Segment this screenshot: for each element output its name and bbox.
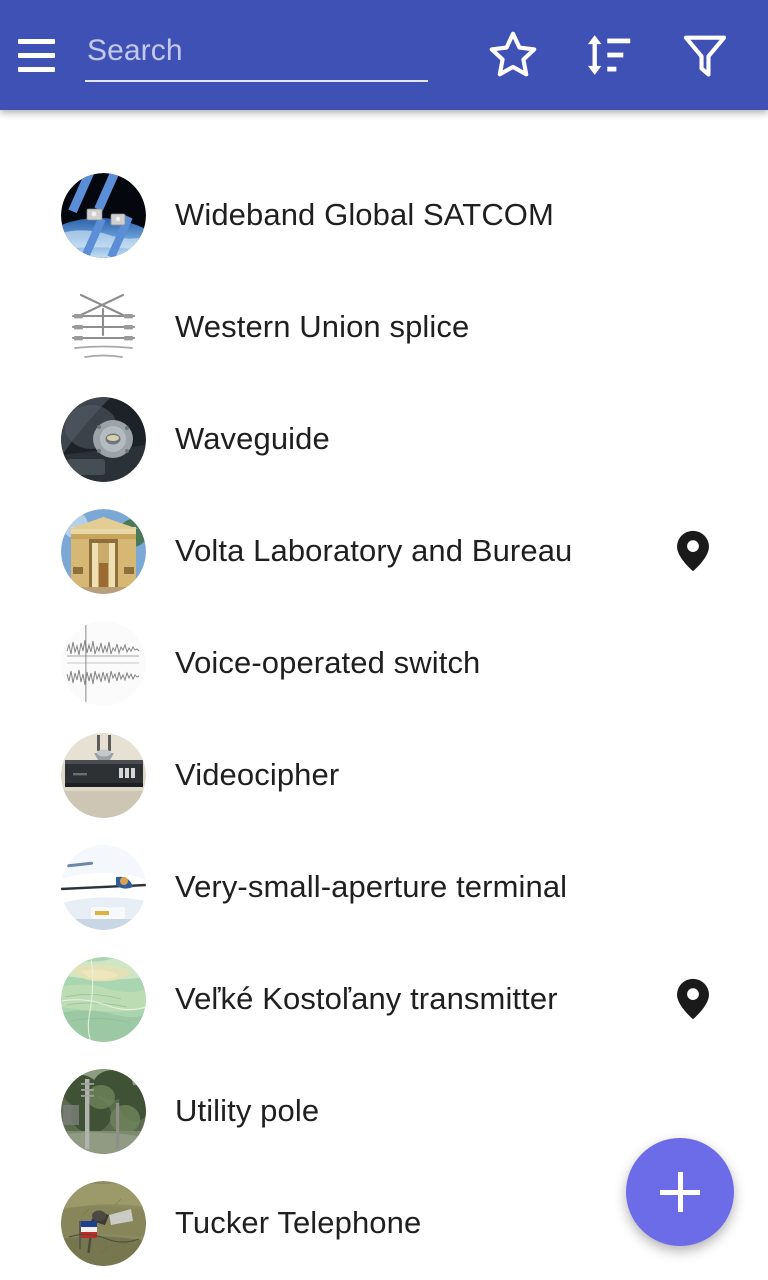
list-item-label: Wideband Global SATCOM xyxy=(175,197,554,232)
add-button[interactable] xyxy=(626,1138,734,1246)
location-pin-icon[interactable] xyxy=(676,978,710,1020)
search-field[interactable] xyxy=(85,19,428,91)
list-item-label: Veľké Kostoľany transmitter xyxy=(175,981,558,1016)
thumbnail-utility-pole-trees xyxy=(61,1068,146,1154)
location-pin-icon[interactable] xyxy=(676,530,710,572)
toolbar-actions xyxy=(480,0,768,110)
star-outline-icon xyxy=(489,31,537,77)
thumbnail-field-equipment-flag xyxy=(61,1180,146,1266)
search-underline xyxy=(85,80,428,82)
list-item-label: Tucker Telephone xyxy=(175,1205,422,1240)
top-app-bar xyxy=(0,0,768,110)
hamburger-menu-icon[interactable] xyxy=(18,34,74,76)
thumbnail-audio-waveform xyxy=(61,620,146,706)
thumbnail-wire-splice-diagram xyxy=(61,284,146,370)
list-item[interactable]: Western Union splice xyxy=(0,271,768,383)
menu-bar-1 xyxy=(18,38,55,44)
list-item[interactable]: Waveguide xyxy=(0,383,768,495)
list-item[interactable]: Very-small-aperture terminal xyxy=(0,831,768,943)
thumbnail-green-topographic-map xyxy=(61,956,146,1042)
thumbnail-white-aircraft-dish xyxy=(61,844,146,930)
list-item-label: Volta Laboratory and Bureau xyxy=(175,533,573,568)
list-item-label: Videocipher xyxy=(175,757,340,792)
list-item[interactable]: Voice-operated switch xyxy=(0,607,768,719)
list-item-label: Utility pole xyxy=(175,1093,320,1128)
sort-button[interactable] xyxy=(576,22,642,88)
favorites-button[interactable] xyxy=(480,22,546,88)
list-item[interactable]: Veľké Kostoľany transmitter xyxy=(0,943,768,1055)
filter-button[interactable] xyxy=(672,22,738,88)
menu-bar-3 xyxy=(18,66,55,72)
list-item-label: Western Union splice xyxy=(175,309,470,344)
thumbnail-satellite-over-earth xyxy=(61,172,146,258)
list-item[interactable]: Wideband Global SATCOM xyxy=(0,159,768,271)
thumbnail-waveguide-flange-photo xyxy=(61,396,146,482)
sort-icon xyxy=(587,35,631,75)
filter-funnel-icon xyxy=(683,35,727,77)
list-item-label: Voice-operated switch xyxy=(175,645,481,680)
list-item[interactable]: Videocipher xyxy=(0,719,768,831)
thumbnail-set-top-box xyxy=(61,732,146,818)
list-item-label: Very-small-aperture terminal xyxy=(175,869,568,904)
search-input[interactable] xyxy=(85,28,428,74)
list-item[interactable]: Volta Laboratory and Bureau xyxy=(0,495,768,607)
plus-icon-vertical xyxy=(677,1172,683,1212)
list-item-label: Waveguide xyxy=(175,421,330,456)
menu-bar-2 xyxy=(18,52,55,58)
article-list[interactable]: Wideband Global SATCOM Western Union spl… xyxy=(0,110,768,1280)
thumbnail-neoclassical-building xyxy=(61,508,146,594)
